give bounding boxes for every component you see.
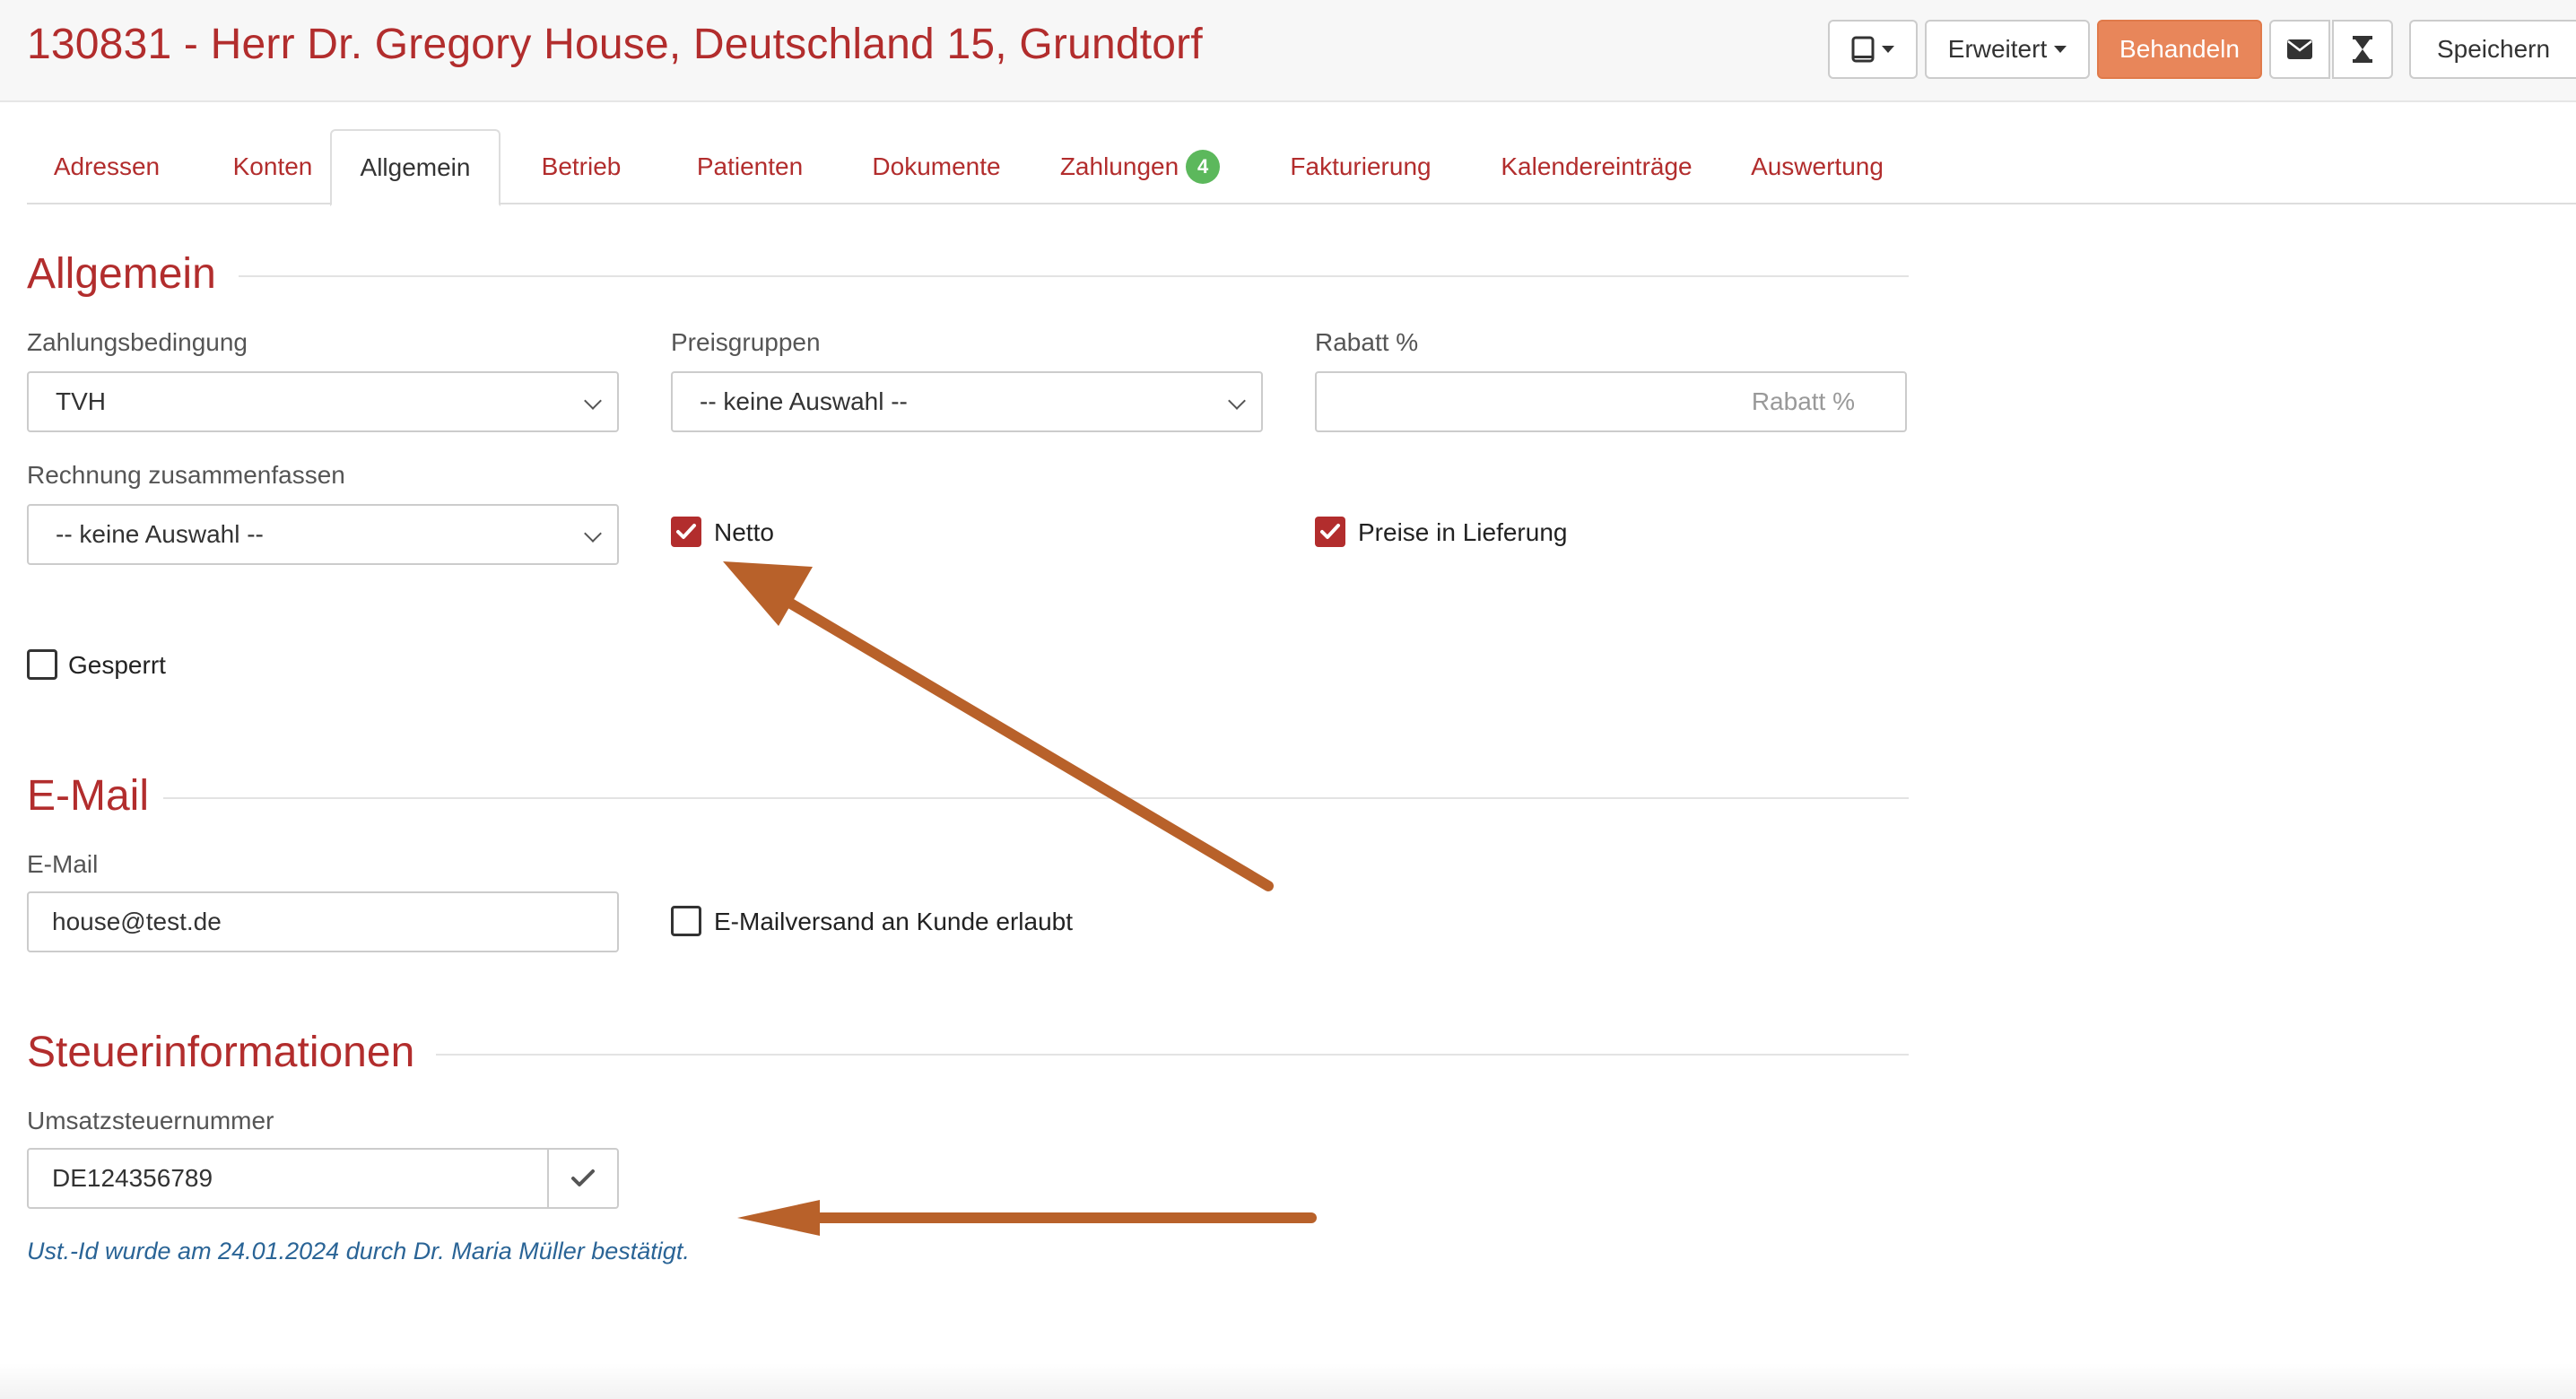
section-title-allgemein: Allgemein xyxy=(27,250,216,298)
caret-down-icon xyxy=(1882,46,1894,53)
tab-dokumente[interactable]: Dokumente xyxy=(838,129,1035,204)
page-title: 130831 - Herr Dr. Gregory House, Deutsch… xyxy=(27,21,1203,68)
tab-konten[interactable]: Konten xyxy=(206,129,339,204)
payments-count-badge: 4 xyxy=(1186,150,1221,184)
netto-label: Netto xyxy=(714,518,774,546)
arrow-to-vat-note xyxy=(737,1200,1317,1236)
discount-label: Rabatt % xyxy=(1315,328,1419,356)
price-groups-select[interactable]: -- keine Auswahl -- xyxy=(671,371,1263,432)
section-divider xyxy=(163,797,1909,799)
prices-in-delivery-label: Preise in Lieferung xyxy=(1358,518,1568,546)
tab-label: Kalendereinträge xyxy=(1501,152,1693,180)
device-dropdown-button[interactable] xyxy=(1828,20,1918,79)
page-header: 130831 - Herr Dr. Gregory House, Deutsch… xyxy=(0,0,2576,102)
tab-label: Fakturierung xyxy=(1290,152,1432,180)
locked-checkbox[interactable] xyxy=(27,649,57,680)
combine-invoice-value: -- keine Auswahl -- xyxy=(56,520,264,548)
advanced-dropdown-button[interactable]: Erweitert xyxy=(1925,20,2090,79)
payment-terms-select[interactable]: TVH xyxy=(27,371,619,432)
chevron-down-icon xyxy=(584,392,602,410)
email-label: E-Mail xyxy=(27,850,99,878)
tab-auswertung[interactable]: Auswertung xyxy=(1711,129,1923,204)
tab-label: Auswertung xyxy=(1751,152,1884,180)
netto-checkbox[interactable] xyxy=(671,517,701,547)
tablet-icon xyxy=(1851,36,1875,63)
section-title-email: E-Mail xyxy=(27,772,150,820)
combine-invoice-label: Rechnung zusammenfassen xyxy=(27,461,345,489)
tab-fakturierung[interactable]: Fakturierung xyxy=(1245,129,1476,204)
chevron-down-icon xyxy=(584,525,602,543)
payment-terms-label: Zahlungsbedingung xyxy=(27,328,248,356)
vat-number-value: DE124356789 xyxy=(52,1164,213,1192)
vat-verify-button[interactable] xyxy=(547,1148,619,1209)
tab-allgemein[interactable]: Allgemein xyxy=(330,129,500,206)
email-dispatch-label: E-Mailversand an Kunde erlaubt xyxy=(714,908,1074,935)
discount-input[interactable]: Rabatt % xyxy=(1315,371,1907,432)
email-input[interactable]: house@test.de xyxy=(27,891,619,952)
tab-patienten[interactable]: Patienten xyxy=(660,129,840,204)
price-groups-value: -- keine Auswahl -- xyxy=(700,387,908,415)
tab-label: Dokumente xyxy=(872,152,1001,180)
email-dispatch-checkbox[interactable] xyxy=(671,906,701,936)
tab-zahlungen[interactable]: Zahlungen 4 xyxy=(1024,129,1256,204)
vat-number-label: Umsatzsteuernummer xyxy=(27,1107,274,1134)
vat-number-input[interactable]: DE124356789 xyxy=(27,1148,549,1209)
tab-label: Betrieb xyxy=(541,152,622,180)
email-value: house@test.de xyxy=(52,908,222,935)
tab-adressen[interactable]: Adressen xyxy=(27,129,187,204)
advanced-label: Erweitert xyxy=(1947,35,2048,63)
payment-terms-value: TVH xyxy=(56,387,106,415)
chevron-down-icon xyxy=(1228,392,1246,410)
price-groups-label: Preisgruppen xyxy=(671,328,821,356)
checkmark-icon xyxy=(571,1169,595,1186)
save-label: Speichern xyxy=(2436,35,2551,63)
email-button[interactable] xyxy=(2269,20,2330,79)
footer-shade xyxy=(0,1363,2576,1399)
hourglass-icon xyxy=(2353,36,2372,63)
discount-placeholder: Rabatt % xyxy=(1751,387,1855,415)
tab-label: Allgemein xyxy=(360,153,471,181)
tab-label: Zahlungen xyxy=(1059,152,1179,180)
locked-label: Gesperrt xyxy=(68,651,166,679)
prices-in-delivery-checkbox[interactable] xyxy=(1315,517,1345,547)
tab-betrieb[interactable]: Betrieb xyxy=(511,129,651,204)
treat-button[interactable]: Behandeln xyxy=(2097,20,2262,79)
vat-confirmation-note: Ust.-Id wurde am 24.01.2024 durch Dr. Ma… xyxy=(27,1238,690,1264)
save-button[interactable]: Speichern xyxy=(2409,20,2576,79)
checkmark-icon xyxy=(1320,524,1340,539)
caret-down-icon xyxy=(2054,46,2067,53)
combine-invoice-select[interactable]: -- keine Auswahl -- xyxy=(27,504,619,565)
section-divider xyxy=(436,1054,1909,1056)
envelope-icon xyxy=(2287,39,2312,59)
checkmark-icon xyxy=(676,524,696,539)
tab-label: Adressen xyxy=(53,152,161,180)
timer-button[interactable] xyxy=(2332,20,2393,79)
tab-kalendereintraege[interactable]: Kalendereinträge xyxy=(1462,129,1731,204)
section-divider xyxy=(239,275,1909,277)
tab-label: Patienten xyxy=(696,152,804,180)
arrow-to-netto xyxy=(723,561,1274,891)
section-title-tax: Steuerinformationen xyxy=(27,1029,415,1076)
treat-label: Behandeln xyxy=(2119,35,2240,63)
tab-bar: Adressen Konten Allgemein Betrieb Patien… xyxy=(27,129,2576,206)
tab-label: Konten xyxy=(232,152,313,180)
